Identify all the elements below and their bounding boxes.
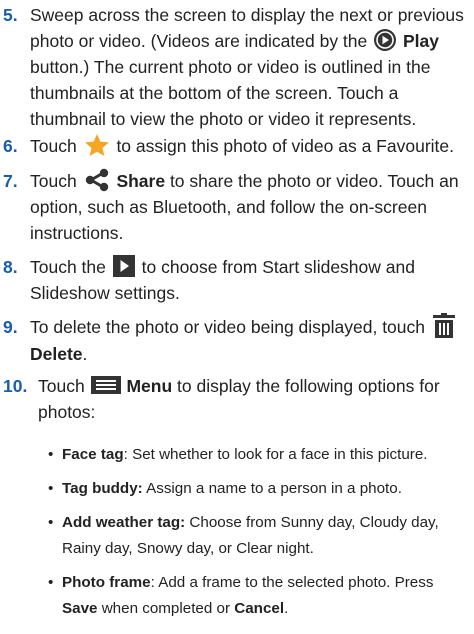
list-item: • Face tag: Set whether to look for a fa… — [48, 442, 468, 468]
step-text: Sweep across the screen to display the n… — [30, 5, 464, 51]
bullet-dot: • — [48, 574, 54, 591]
option-text: : Add a frame to the selected photo. Pre… — [150, 574, 434, 591]
step-6: 6. Touch to assign this photo of video a… — [0, 133, 464, 159]
option-term: Add weather tag: — [62, 514, 186, 531]
step-text: Touch the — [30, 257, 111, 277]
step-text: Touch — [30, 136, 82, 156]
option-text: Assign a name to a person in a photo. — [142, 480, 402, 497]
delete-label: Delete — [30, 344, 83, 365]
step-number: 8. — [3, 257, 18, 277]
option-term: Photo frame — [62, 574, 151, 591]
play-square-icon — [112, 255, 135, 278]
bullet-dot: • — [48, 446, 54, 463]
step-number: 10. — [3, 376, 28, 396]
option-text-2: when completed or — [97, 600, 235, 617]
option-text-3: . — [284, 600, 289, 617]
step-8: 8. Touch the to choose from Start slides… — [0, 254, 464, 306]
menu-icon — [90, 376, 121, 395]
option-text: : Set whether to look for a face in this… — [123, 446, 428, 463]
bullet-dot: • — [48, 480, 54, 497]
option-term: Face tag — [62, 446, 124, 463]
menu-label: Menu — [126, 376, 173, 396]
save-label: Save — [62, 600, 98, 617]
step-text-2: button.) The current photo or video is o… — [30, 57, 431, 130]
option-term: Tag buddy: — [62, 480, 143, 497]
step-text: To delete the photo or video being displ… — [30, 317, 430, 337]
step-number: 6. — [3, 136, 18, 156]
step-text-2: to assign this photo of video as a Favou… — [116, 136, 454, 156]
step-9: 9. To delete the photo or video being di… — [0, 313, 464, 367]
step-7: 7. Touch Share to share the photo or vid… — [0, 168, 464, 246]
list-item: • Photo frame: Add a frame to the select… — [48, 570, 468, 622]
step-5: 5. Sweep across the screen to display th… — [0, 2, 464, 132]
step-text: Touch — [38, 376, 90, 396]
step-10: 10. Touch Menu to display the following … — [0, 373, 464, 425]
step-text: Touch — [30, 171, 82, 191]
step-number: 5. — [3, 5, 18, 25]
step-text-2: . — [82, 344, 88, 365]
list-item: • Add weather tag: Choose from Sunny day… — [48, 510, 468, 562]
play-circle-icon — [374, 29, 397, 52]
manual-page: 5. Sweep across the screen to display th… — [0, 0, 474, 634]
step-number: 9. — [3, 317, 18, 337]
share-icon — [85, 169, 108, 192]
list-item: • Tag buddy: Assign a name to a person i… — [48, 476, 468, 502]
step-number: 7. — [3, 171, 18, 191]
star-icon — [84, 134, 109, 157]
bullet-dot: • — [48, 514, 54, 531]
share-label: Share — [116, 171, 166, 191]
trash-icon — [432, 313, 455, 339]
cancel-label: Cancel — [234, 600, 285, 617]
play-label: Play — [403, 31, 439, 51]
